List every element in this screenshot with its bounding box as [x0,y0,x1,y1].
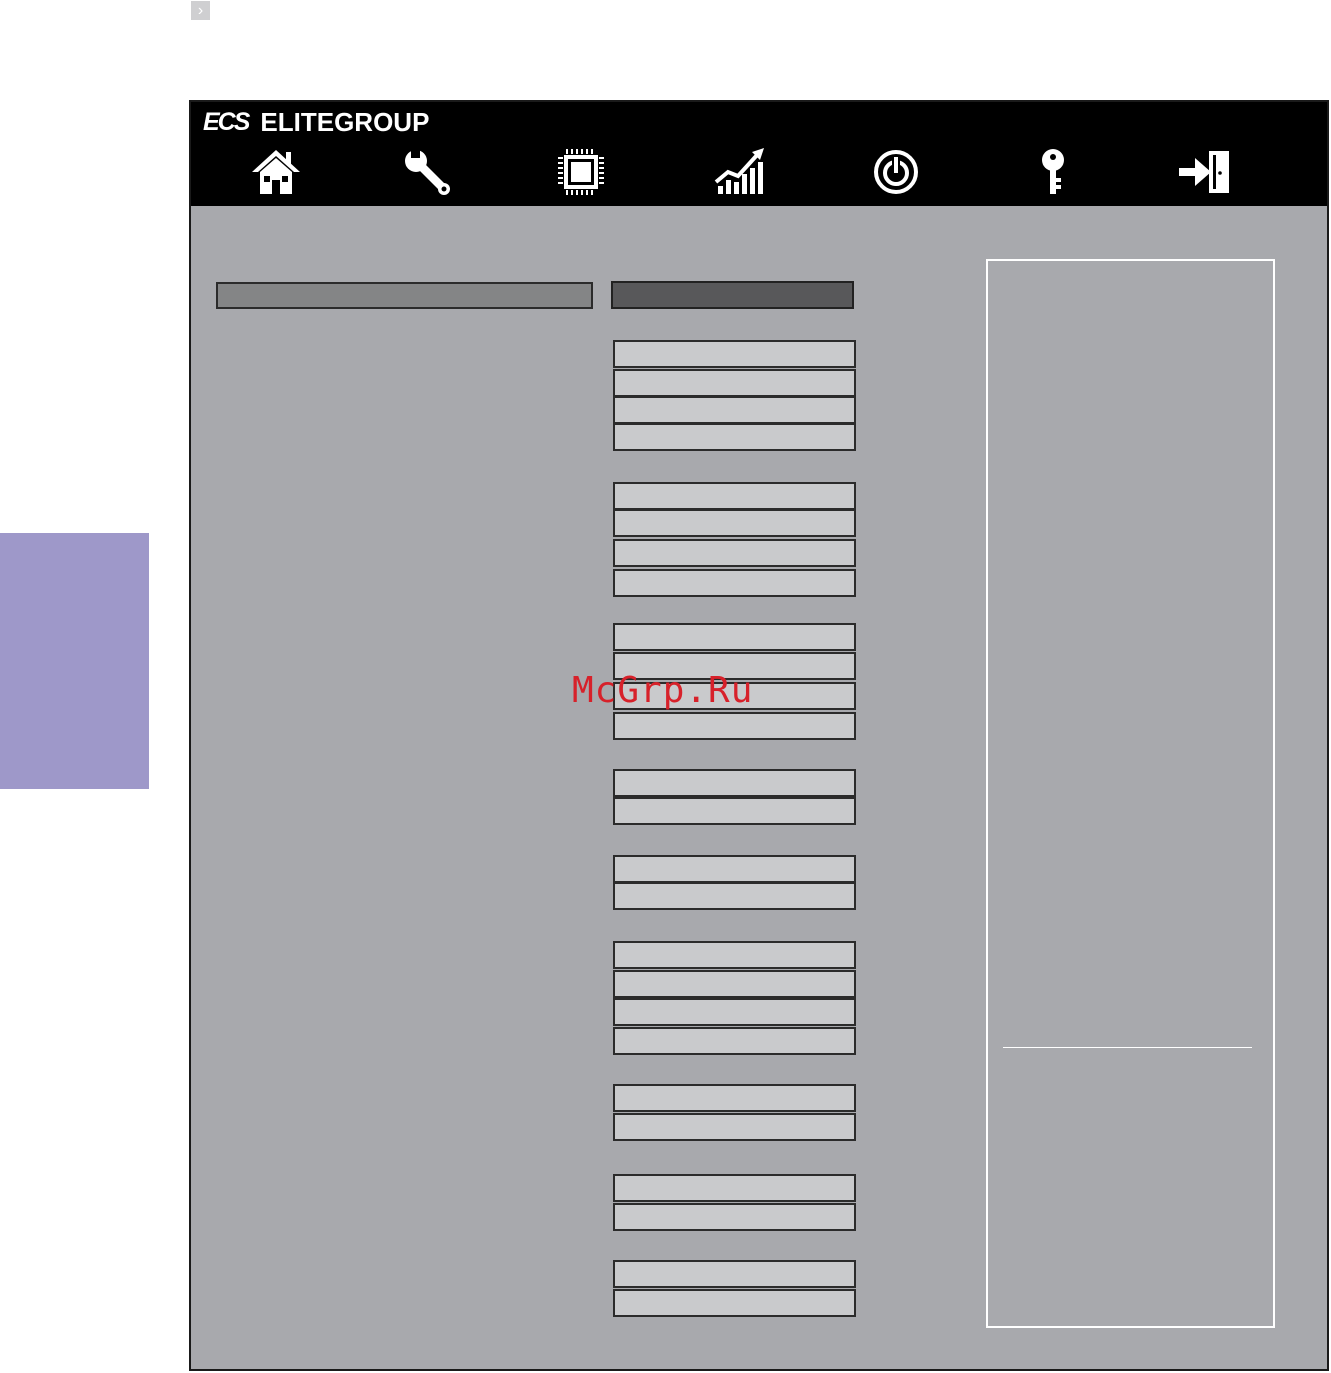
setting-value-field[interactable] [613,482,856,510]
setting-value-field[interactable] [613,340,856,368]
setting-value-field[interactable] [613,1289,856,1317]
setting-value-field[interactable] [613,882,856,910]
setting-value-field[interactable] [613,509,856,537]
value-column-header [611,281,854,309]
setting-value-field[interactable] [613,1260,856,1288]
setting-value-field[interactable] [613,1084,856,1112]
setting-value-field[interactable] [613,855,856,883]
setting-value-field[interactable] [613,423,856,451]
setting-value-field[interactable] [613,569,856,597]
setting-value-field[interactable] [613,1174,856,1202]
help-panel [986,259,1275,1328]
setting-value-field[interactable] [613,797,856,825]
chapter-side-tab [0,533,149,789]
watermark: McGrp.Ru [572,670,754,711]
brand-name: ELITEGROUP [260,106,430,137]
chip-icon [558,149,604,195]
key-icon [1042,149,1064,194]
setting-value-field[interactable] [613,1027,856,1055]
breadcrumb-chevron-icon: › [191,1,210,20]
nav-boot-button[interactable] [866,142,926,202]
brand: ECS ELITEGROUP [203,107,429,137]
setting-value-field[interactable] [613,1113,856,1141]
bios-nav-bar [191,142,1327,202]
setting-value-field[interactable] [613,998,856,1026]
setting-value-field[interactable] [613,1203,856,1231]
setting-value-field[interactable] [613,970,856,998]
exit-icon [1179,151,1229,193]
bios-top-bar: ECS ELITEGROUP [191,102,1327,206]
nav-exit-button[interactable] [1175,142,1235,202]
setting-value-field[interactable] [613,369,856,397]
setting-value-field[interactable] [613,539,856,567]
setting-value-field[interactable] [613,712,856,740]
setting-value-field[interactable] [613,769,856,797]
nav-mi-button[interactable] [710,142,770,202]
chart-icon [714,148,764,194]
nav-security-button[interactable] [1023,142,1083,202]
nav-chipset-button[interactable] [551,142,611,202]
setting-value-field[interactable] [613,623,856,651]
bios-setup-screen: ECS ELITEGROUP McGrp.Ru [189,100,1329,1371]
ecs-logo: ECS [203,107,250,136]
nav-main-button[interactable] [246,142,306,202]
nav-advanced-button[interactable] [397,142,457,202]
item-column-header [216,282,593,309]
setting-value-field[interactable] [613,941,856,969]
power-icon [874,150,918,194]
setting-value-field[interactable] [613,396,856,424]
wrench-icon [405,147,450,195]
help-divider [1003,1047,1252,1048]
home-icon [252,150,300,194]
